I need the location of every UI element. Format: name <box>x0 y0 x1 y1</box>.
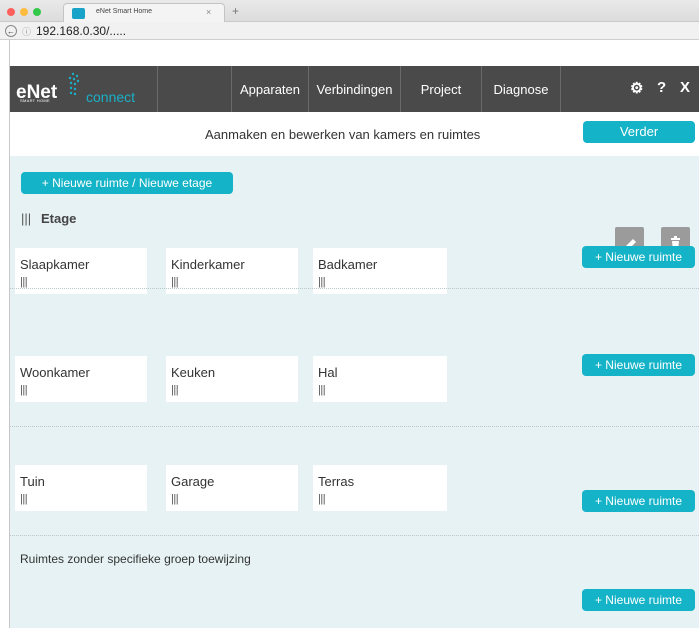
sub-header: Aanmaken en bewerken van kamers en ruimt… <box>10 112 699 156</box>
close-window-icon[interactable] <box>7 8 15 16</box>
ungrouped-label: Ruimtes zonder specifieke groep toewijzi… <box>20 552 251 566</box>
header-spacer <box>157 66 231 112</box>
app-header: eNet SMART HOME connect Apparaten Verbin… <box>10 66 699 112</box>
room-name: Woonkamer <box>20 365 90 380</box>
nav-project[interactable]: Project <box>400 66 481 112</box>
room-editor: + Nieuwe ruimte / Nieuwe etage ||| Etage… <box>10 156 699 628</box>
new-room-floor-button[interactable]: + Nieuwe ruimte / Nieuwe etage <box>21 172 233 194</box>
logo-subtext: SMART HOME <box>20 98 50 103</box>
room-drag-handle[interactable]: ||| <box>20 384 28 396</box>
room-drag-handle[interactable]: ||| <box>171 493 179 505</box>
favicon-icon <box>72 8 85 19</box>
tab-title: eNet Smart Home <box>96 8 153 15</box>
address-bar: ← ⓘ 192.168.0.30/..... <box>0 22 699 40</box>
help-button[interactable]: ? <box>657 79 666 96</box>
room-card[interactable]: Woonkamer ||| <box>15 356 147 402</box>
room-name: Badkamer <box>318 257 378 272</box>
room-card[interactable]: Keuken ||| <box>166 356 298 402</box>
room-drag-handle[interactable]: ||| <box>318 493 326 505</box>
room-card[interactable]: Tuin ||| <box>15 465 147 511</box>
room-name: Kinderkamer <box>171 257 245 272</box>
room-name: Terras <box>318 474 355 489</box>
back-button[interactable]: ← <box>5 25 17 37</box>
room-name: Tuin <box>20 474 45 489</box>
room-drag-handle[interactable]: ||| <box>20 276 28 288</box>
nav-divider <box>560 66 561 112</box>
nav-verbindingen[interactable]: Verbindingen <box>308 66 400 112</box>
room-name: Garage <box>171 474 215 489</box>
room-drag-handle[interactable]: ||| <box>171 384 179 396</box>
new-tab-button[interactable]: + <box>232 4 239 18</box>
group-divider <box>10 288 699 289</box>
next-button[interactable]: Verder <box>583 121 695 143</box>
page-title: Aanmaken en bewerken van kamers en ruimt… <box>205 127 481 142</box>
room-card[interactable]: Terras ||| <box>313 465 447 511</box>
browser-tab-bar: eNet Smart Home × + <box>0 0 699 23</box>
room-card[interactable]: Hal ||| <box>313 356 447 402</box>
tab-close-icon[interactable]: × <box>206 7 211 17</box>
info-icon[interactable]: ⓘ <box>22 25 31 38</box>
logo-dots-icon <box>68 72 80 96</box>
add-room-button[interactable]: + Nieuwe ruimte <box>582 354 695 376</box>
settings-icon[interactable]: ⚙ <box>630 79 643 97</box>
maximize-window-icon[interactable] <box>33 8 41 16</box>
close-button[interactable]: X <box>680 79 690 96</box>
floor-drag-handle[interactable]: ||| <box>21 211 31 226</box>
group-divider <box>10 426 699 427</box>
add-room-button[interactable]: + Nieuwe ruimte <box>582 589 695 611</box>
room-name: Slaapkamer <box>20 257 90 272</box>
window-edge <box>0 40 10 628</box>
room-drag-handle[interactable]: ||| <box>318 384 326 396</box>
room-drag-handle[interactable]: ||| <box>318 276 326 288</box>
room-card[interactable]: Garage ||| <box>166 465 298 511</box>
enet-logo: eNet SMART HOME connect <box>13 72 153 106</box>
browser-tab[interactable]: eNet Smart Home × <box>63 3 225 23</box>
room-drag-handle[interactable]: ||| <box>171 276 179 288</box>
nav-apparaten[interactable]: Apparaten <box>231 66 308 112</box>
add-room-button[interactable]: + Nieuwe ruimte <box>582 246 695 268</box>
logo-connect: connect <box>86 89 136 105</box>
floor-label: Etage <box>41 211 77 226</box>
room-name: Hal <box>318 365 338 380</box>
room-name: Keuken <box>171 365 216 380</box>
nav-diagnose[interactable]: Diagnose <box>481 66 560 112</box>
minimize-window-icon[interactable] <box>20 8 28 16</box>
room-drag-handle[interactable]: ||| <box>20 493 28 505</box>
add-room-button[interactable]: + Nieuwe ruimte <box>582 490 695 512</box>
url-input[interactable]: 192.168.0.30/..... <box>36 24 126 38</box>
group-divider <box>10 535 699 536</box>
